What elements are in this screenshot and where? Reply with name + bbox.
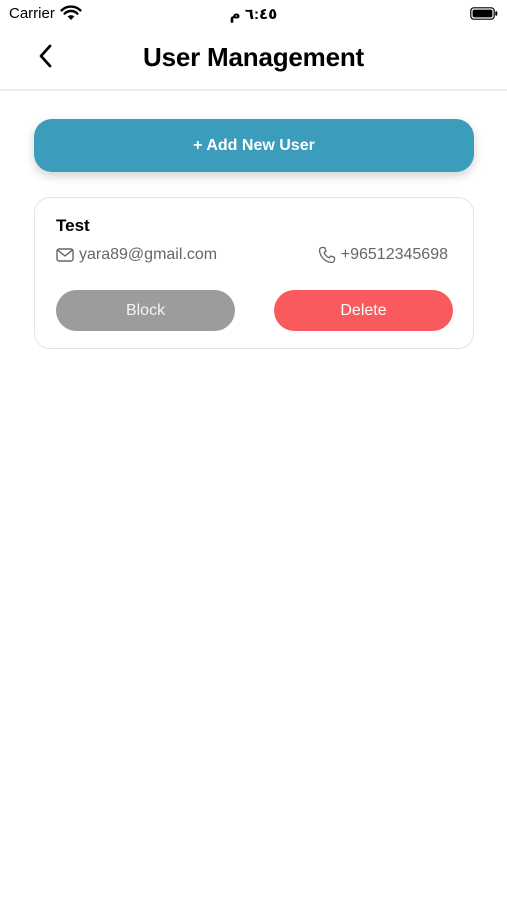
- battery-icon: [470, 7, 498, 20]
- user-phone-row: +96512345698: [318, 246, 448, 264]
- user-card: Test yara89@gmail.com +96512345698 Block…: [34, 197, 474, 349]
- add-new-user-button[interactable]: + Add New User: [34, 119, 474, 172]
- delete-button[interactable]: Delete: [274, 290, 453, 331]
- user-phone: +96512345698: [340, 246, 448, 263]
- block-button[interactable]: Block: [56, 290, 235, 331]
- user-name: Test: [56, 216, 90, 235]
- status-bar: Carrier ٦:٤٥ م: [0, 0, 507, 28]
- page-title: User Management: [143, 42, 364, 72]
- phone-icon: [318, 246, 336, 264]
- user-email-row: yara89@gmail.com: [56, 246, 217, 264]
- mail-icon: [56, 246, 74, 264]
- status-time: ٦:٤٥ م: [229, 6, 278, 23]
- user-email: yara89@gmail.com: [79, 246, 218, 263]
- header: User Management: [0, 28, 507, 91]
- user-management-screen: Carrier ٦:٤٥ م User Management + Add New…: [0, 0, 507, 900]
